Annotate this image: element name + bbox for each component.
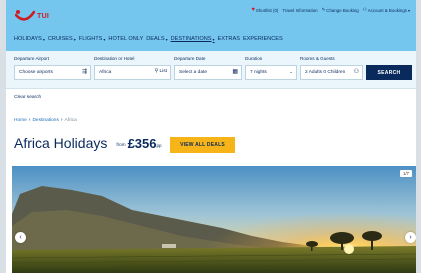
chevron-down-icon: ▾ (165, 36, 168, 42)
departure-date-label: Departure Date (174, 56, 206, 61)
chevron-left-icon: ‹ (19, 234, 22, 241)
rooms-guests-field[interactable]: 2 Adults 0 Children ⚇ (300, 65, 363, 80)
user-icon: ⚇ (362, 7, 367, 12)
chevron-down-icon: ⌄ (289, 69, 293, 74)
tui-smile-icon (15, 10, 35, 21)
price-suffix: pp (156, 142, 162, 148)
destination-list-link[interactable]: ⚲ List (154, 69, 167, 75)
carousel-next-button[interactable]: › (405, 232, 416, 243)
page-title: Africa Holidays (14, 135, 108, 151)
carousel-prev-button[interactable]: ‹ (15, 232, 26, 243)
people-icon: ⚇ (353, 69, 359, 75)
nav-experiences[interactable]: EXPERIENCES (243, 36, 283, 42)
hero-carousel[interactable]: 1/7 ‹ › (12, 166, 416, 273)
shortlist-link[interactable]: ♥ Shortlist (0) (251, 7, 278, 13)
chevron-right-icon: › (28, 117, 31, 123)
calendar-icon: ▦ (232, 69, 238, 75)
travel-information-link[interactable]: Travel Information (282, 8, 317, 13)
heart-icon: ♥ (251, 7, 255, 13)
breadcrumb: Home › Destinations › Africa (14, 117, 77, 123)
nav-extras[interactable]: EXTRAS (218, 36, 240, 42)
nav-hotel-only[interactable]: HOTEL ONLY (108, 36, 143, 42)
chevron-right-icon: › (409, 234, 412, 241)
location-pin-icon: ⚲ (154, 69, 159, 74)
chevron-down-icon: ▾ (73, 36, 76, 42)
rooms-guests-label: Rooms & Guests (300, 56, 335, 61)
nav-destinations[interactable]: DESTINATIONS ▾ (171, 36, 215, 42)
utility-links: ♥ Shortlist (0) Travel Information ✎ Cha… (251, 7, 410, 13)
breadcrumb-home[interactable]: Home (14, 118, 27, 123)
destination-field[interactable]: Africa ⚲ List (94, 65, 171, 80)
pencil-icon: ✎ (321, 7, 326, 12)
chevron-down-icon: ▾ (103, 36, 106, 42)
from-label: from (116, 142, 126, 147)
change-booking-link[interactable]: ✎ Change Booking (322, 7, 359, 13)
duration-label: Duration (245, 56, 263, 61)
departure-airport-label: Departure Airport (14, 56, 49, 61)
departure-date-field[interactable]: Select a date ▦ (174, 65, 242, 80)
logo-text: TUI (37, 12, 50, 20)
chevron-down-icon: ▾ (212, 36, 215, 42)
breadcrumb-destinations[interactable]: Destinations (32, 118, 58, 123)
slide-counter: 1/7 (400, 170, 412, 177)
search-panel: Departure Airport Choose airports ⇶ Dest… (6, 51, 416, 89)
page: TUI ♥ Shortlist (0) Travel Information ✎… (6, 0, 416, 273)
hero-image (12, 166, 416, 273)
breadcrumb-current: Africa (64, 117, 77, 123)
title-row: Africa Holidays from £356 pp (14, 135, 162, 151)
clear-search-link[interactable]: Clear search (14, 95, 41, 100)
search-button[interactable]: SEARCH (366, 65, 412, 80)
departure-airport-field[interactable]: Choose airports ⇶ (14, 65, 91, 80)
destination-label: Destination or Hotel (94, 56, 135, 61)
chevron-down-icon: ▾ (407, 7, 410, 13)
duration-select[interactable]: 7 nights ⌄ (245, 65, 297, 80)
price: £356 (127, 135, 157, 151)
nav-cruises[interactable]: CRUISES ▾ (48, 36, 76, 42)
airports-icon: ⇶ (81, 69, 87, 75)
main-nav: HOLIDAYS ▾ CRUISES ▾ FLIGHTS ▾ HOTEL ONLY D… (14, 36, 283, 42)
nav-flights[interactable]: FLIGHTS ▾ (79, 36, 106, 42)
chevron-down-icon: ▾ (42, 36, 45, 42)
view-all-deals-button[interactable]: VIEW ALL DEALS (170, 137, 235, 153)
account-bookings-link[interactable]: ⚇ Account & Bookings ▾ (363, 7, 410, 13)
site-header: TUI ♥ Shortlist (0) Travel Information ✎… (6, 0, 416, 51)
nav-deals[interactable]: DEALS ▾ (146, 36, 167, 42)
tui-logo[interactable]: TUI (15, 6, 51, 26)
chevron-right-icon: › (60, 117, 63, 123)
nav-holidays[interactable]: HOLIDAYS ▾ (14, 36, 45, 42)
